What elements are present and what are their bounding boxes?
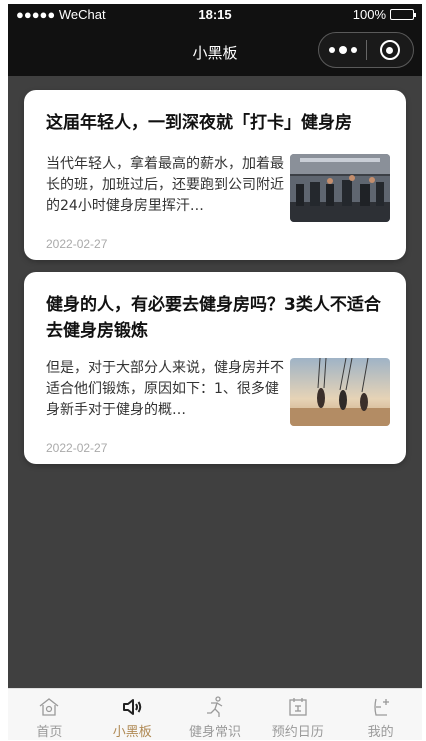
home-icon: [39, 698, 59, 716]
tab-calendar[interactable]: 预约日历: [256, 689, 339, 740]
close-button[interactable]: [367, 33, 413, 67]
tab-fitness[interactable]: 健身常识: [174, 689, 257, 740]
article-list: 这届年轻人，一到深夜就「打卡」健身房 当代年轻人，拿着最高的薪水，加着最长的班，…: [8, 76, 422, 688]
phone-screen: ●●●●● WeChat 18:15 100% 小黑板 这届年轻人，一到深夜就「…: [8, 4, 422, 740]
article-card[interactable]: 健身的人，有必要去健身房吗？3类人不适合去健身房锻炼 但是，对于大部分人来说，健…: [24, 272, 406, 464]
tab-label: 小黑板: [112, 725, 152, 740]
tab-label: 健身常识: [188, 725, 241, 740]
fitness-icon: [206, 696, 223, 717]
speaker-icon: [123, 699, 142, 715]
tab-label: 我的: [367, 725, 394, 740]
article-card[interactable]: 这届年轻人，一到深夜就「打卡」健身房 当代年轻人，拿着最高的薪水，加着最长的班，…: [24, 90, 406, 260]
tab-bar: 首页 小黑板 健身常识 预约日历 我的: [8, 688, 422, 740]
miniprogram-capsule: [318, 32, 414, 68]
article-date: 2022-02-27: [46, 441, 108, 455]
article-title: 健身的人，有必要去健身房吗？3类人不适合去健身房锻炼: [46, 295, 381, 341]
article-thumbnail: [290, 154, 390, 222]
tab-label: 首页: [36, 725, 63, 740]
battery-indicator: 100%: [352, 7, 416, 22]
article-excerpt: 但是，对于大部分人来说，健身房并不适合他们锻炼，原因如下：1、很多健身新手对于健…: [46, 360, 284, 418]
article-date: 2022-02-27: [46, 237, 108, 251]
tab-blackboard[interactable]: 小黑板: [91, 689, 174, 740]
status-bar: ●●●●● WeChat 18:15 100%: [8, 4, 422, 26]
close-icon: [379, 40, 400, 60]
profile-icon: [373, 698, 389, 716]
article-thumbnail: [290, 358, 390, 426]
tab-profile[interactable]: 我的: [339, 689, 422, 740]
tab-home[interactable]: 首页: [8, 689, 91, 740]
article-excerpt: 当代年轻人，拿着最高的薪水，加着最长的班，加班过后，还要跑到公司附近的24小时健…: [46, 156, 284, 214]
article-title: 这届年轻人，一到深夜就「打卡」健身房: [46, 113, 352, 133]
calendar-icon: [289, 698, 307, 716]
navigation-bar: 小黑板: [8, 26, 422, 76]
battery-icon: [390, 9, 416, 20]
tab-label: 预约日历: [271, 725, 324, 740]
more-button[interactable]: [319, 33, 366, 67]
battery-percent: 100%: [352, 7, 386, 22]
